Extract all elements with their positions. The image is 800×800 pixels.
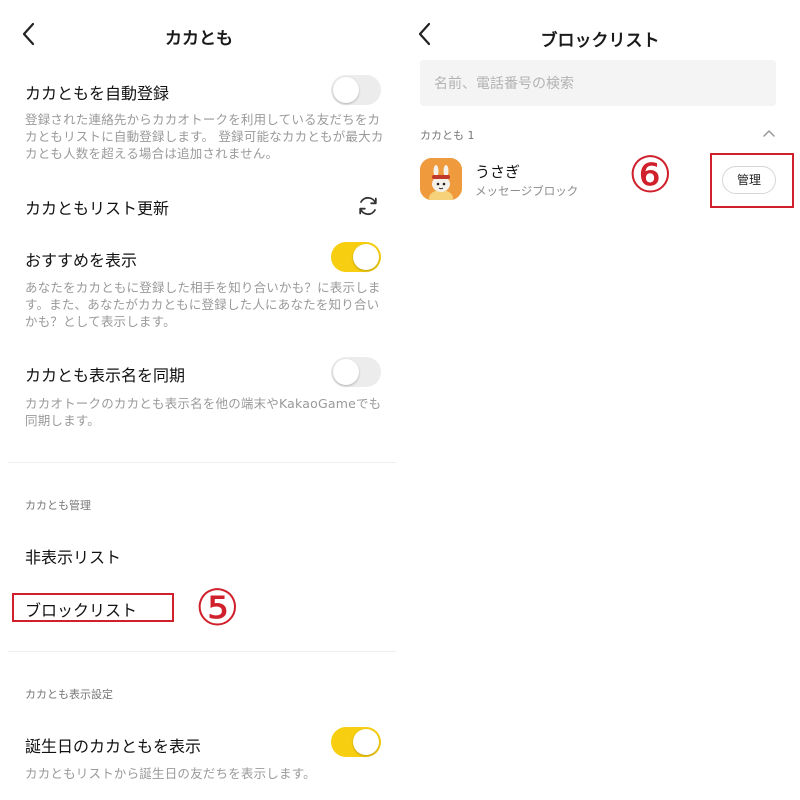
block-list-panel: ブロックリスト カカとも 1 うさぎ メッセージブロック ⑥ 管理 [400, 0, 800, 800]
recommend-label: おすすめを表示 [25, 251, 138, 270]
refresh-icon[interactable] [356, 194, 380, 218]
nav-bar: ブロックリスト [400, 14, 800, 54]
sync-name-label: カカとも表示名を同期 [25, 366, 186, 385]
toggle-knob [333, 77, 359, 103]
rabbit-character-avatar [420, 158, 462, 200]
toggle-knob [353, 729, 379, 755]
nav-bar: カカとも [0, 14, 398, 54]
birthday-toggle[interactable] [331, 727, 381, 757]
birthday-label: 誕生日のカカともを表示 [25, 737, 202, 756]
annotation-highlight-box [710, 153, 794, 208]
chevron-up-icon[interactable] [762, 128, 776, 138]
block-status: メッセージブロック [475, 184, 579, 198]
step-5-marker: ⑤ [195, 579, 240, 637]
auto-add-label: カカともを自動登録 [25, 84, 170, 103]
auto-add-toggle[interactable] [331, 75, 381, 105]
birthday-description: カカともリストから誕生日の友だちを表示します。 [25, 766, 316, 781]
contact-name: うさぎ [475, 163, 521, 181]
recommend-description: あなたをカカともに登録した相手を知り合いかも？に表示します。また、あなたがカカと… [25, 280, 381, 329]
kakatomo-settings-panel: カカとも カカともを自動登録 登録された連絡先からカカオトークを利用している友だ… [0, 0, 398, 800]
refresh-list-label[interactable]: カカともリスト更新 [25, 195, 169, 219]
page-title: カカとも [165, 29, 233, 49]
avatar[interactable] [420, 158, 462, 200]
sync-name-toggle[interactable] [331, 357, 381, 387]
toggle-knob [353, 244, 379, 270]
search-input[interactable] [420, 60, 776, 106]
manage-section-header: カカとも管理 [25, 499, 91, 512]
list-section-header: カカとも 1 [420, 129, 475, 142]
page-title: ブロックリスト [540, 31, 660, 51]
toggle-knob [333, 359, 359, 385]
sync-name-description: カカオトークのカカとも表示名を他の端末やKakaoGameでも同期します。 [25, 396, 382, 428]
step-6-marker: ⑥ [628, 146, 673, 204]
hidden-list-item[interactable]: 非表示リスト [25, 544, 121, 568]
section-divider [8, 462, 396, 463]
section-divider [8, 651, 396, 652]
recommend-toggle[interactable] [331, 242, 381, 272]
display-section-header: カカとも表示設定 [25, 688, 113, 701]
annotation-highlight-box [12, 593, 174, 622]
auto-add-description: 登録された連絡先からカカオトークを利用している友だちをカカともリストに自動登録し… [25, 112, 384, 161]
